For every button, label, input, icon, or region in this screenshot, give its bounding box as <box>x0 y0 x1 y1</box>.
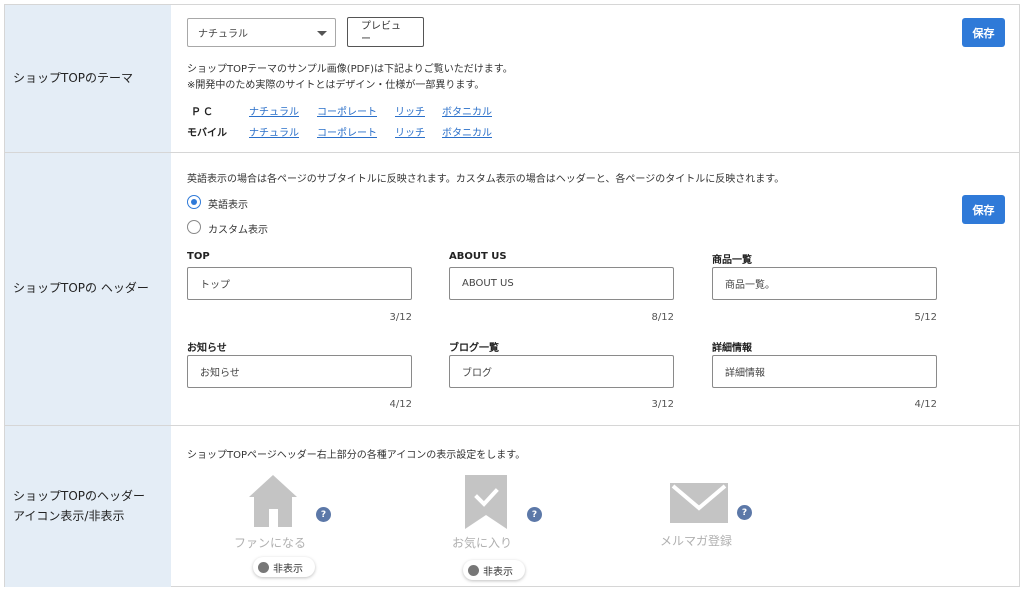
field-counter-details: 4/12 <box>914 399 937 410</box>
fan-visibility-toggle[interactable]: 非表示 <box>253 557 315 577</box>
toggle-knob <box>468 564 479 576</box>
favorite-caption: お気に入り <box>452 536 513 550</box>
field-label-news: お知らせ <box>187 343 227 354</box>
header-save-button[interactable]: 保存 <box>962 195 1005 224</box>
theme-save-button[interactable]: 保存 <box>962 18 1005 47</box>
fan-caption: ファンになる <box>234 536 307 550</box>
envelope-icon <box>669 482 729 527</box>
theme-note-line1: ショップTOPテーマのサンプル画像(PDF)は下記よりご覧いただけます。 <box>187 64 513 75</box>
field-value-about: ABOUT US <box>462 278 514 289</box>
icon-row-label-line2: アイコン表示/非表示 <box>13 508 125 523</box>
pc-label: ＰＣ <box>191 107 215 118</box>
favorite-help-icon[interactable]: ? <box>527 507 542 522</box>
newsletter-caption: メルマガ登録 <box>660 534 733 548</box>
theme-select[interactable]: ナチュラル <box>187 18 336 47</box>
icon-row-description: ショップTOPページヘッダー右上部分の各種アイコンの表示設定をします。 <box>187 450 526 461</box>
favorite-visibility-toggle[interactable]: 非表示 <box>463 560 525 580</box>
field-input-about[interactable]: ABOUT US <box>449 267 674 300</box>
icon-row-label: ショップTOPのヘッダー アイコン表示/非表示 <box>5 426 171 587</box>
preview-label-line1: プレビュ <box>361 21 401 32</box>
field-input-news[interactable]: お知らせ <box>187 355 412 388</box>
field-value-products: 商品一覧。 <box>725 280 775 291</box>
icon-row-label-line1: ショップTOPのヘッダー <box>13 489 146 504</box>
field-value-blog: ブログ <box>462 368 492 379</box>
chevron-down-icon <box>317 31 327 36</box>
pc-link-botanical[interactable]: ボタニカル <box>442 103 492 118</box>
fan-toggle-label: 非表示 <box>273 563 303 575</box>
radio-english[interactable] <box>187 195 201 209</box>
bookmark-check-icon <box>463 473 509 534</box>
icon-row-content: ショップTOPページヘッダー右上部分の各種アイコンの表示設定をします。 ? ファ… <box>171 426 1019 587</box>
field-input-details[interactable]: 詳細情報 <box>712 355 937 388</box>
field-label-products: 商品一覧 <box>712 255 752 266</box>
radio-custom-label: カスタム表示 <box>208 225 268 236</box>
field-value-news: お知らせ <box>200 368 240 379</box>
pc-link-rich[interactable]: リッチ <box>395 103 425 118</box>
pc-link-natural[interactable]: ナチュラル <box>249 103 299 118</box>
field-value-details: 詳細情報 <box>725 368 765 379</box>
field-counter-top: 3/12 <box>389 312 412 323</box>
preview-button[interactable]: プレビュ ー <box>347 17 424 47</box>
field-value-top: トップ <box>200 280 230 291</box>
settings-table: ショップTOPのテーマ ナチュラル プレビュ ー 保存 ショップTOPテーマのサ… <box>4 4 1020 587</box>
radio-english-label: 英語表示 <box>208 200 248 211</box>
theme-row-label: ショップTOPのテーマ <box>5 5 171 152</box>
field-counter-about: 8/12 <box>651 312 674 323</box>
theme-row-content: ナチュラル プレビュ ー 保存 ショップTOPテーマのサンプル画像(PDF)は下… <box>171 5 1019 152</box>
favorite-toggle-label: 非表示 <box>483 566 513 578</box>
radio-custom[interactable] <box>187 220 201 234</box>
header-row: ショップTOPの ヘッダー 英語表示の場合は各ページのサブタイトルに反映されます… <box>5 153 1019 426</box>
field-counter-blog: 3/12 <box>651 399 674 410</box>
theme-row: ショップTOPのテーマ ナチュラル プレビュ ー 保存 ショップTOPテーマのサ… <box>5 5 1019 153</box>
mobile-link-rich[interactable]: リッチ <box>395 124 425 139</box>
field-label-blog: ブログ一覧 <box>449 343 499 354</box>
header-row-label: ショップTOPの ヘッダー <box>5 153 171 425</box>
newsletter-help-icon[interactable]: ? <box>737 505 752 520</box>
mobile-link-natural[interactable]: ナチュラル <box>249 124 299 139</box>
field-label-details: 詳細情報 <box>712 343 752 354</box>
field-input-top[interactable]: トップ <box>187 267 412 300</box>
field-counter-products: 5/12 <box>914 312 937 323</box>
header-description: 英語表示の場合は各ページのサブタイトルに反映されます。カスタム表示の場合はヘッダ… <box>187 174 785 185</box>
fan-help-icon[interactable]: ? <box>316 507 331 522</box>
field-input-products[interactable]: 商品一覧。 <box>712 267 937 300</box>
field-label-about: ABOUT US <box>449 251 507 262</box>
theme-select-value: ナチュラル <box>198 29 248 40</box>
toggle-knob <box>258 561 269 573</box>
pc-link-corporate[interactable]: コーポレート <box>317 103 377 118</box>
field-counter-news: 4/12 <box>389 399 412 410</box>
header-row-content: 英語表示の場合は各ページのサブタイトルに反映されます。カスタム表示の場合はヘッダ… <box>171 153 1019 425</box>
theme-note-line2: ※開発中のため実際のサイトとはデザイン・仕様が一部異ります。 <box>187 80 485 91</box>
field-input-blog[interactable]: ブログ <box>449 355 674 388</box>
preview-label-line2: ー <box>361 34 371 45</box>
mobile-label: モバイル <box>187 128 227 139</box>
field-label-top: TOP <box>187 251 210 262</box>
icon-row: ショップTOPのヘッダー アイコン表示/非表示 ショップTOPページヘッダー右上… <box>5 426 1019 587</box>
mobile-link-botanical[interactable]: ボタニカル <box>442 124 492 139</box>
house-icon <box>245 473 301 532</box>
mobile-link-corporate[interactable]: コーポレート <box>317 124 377 139</box>
